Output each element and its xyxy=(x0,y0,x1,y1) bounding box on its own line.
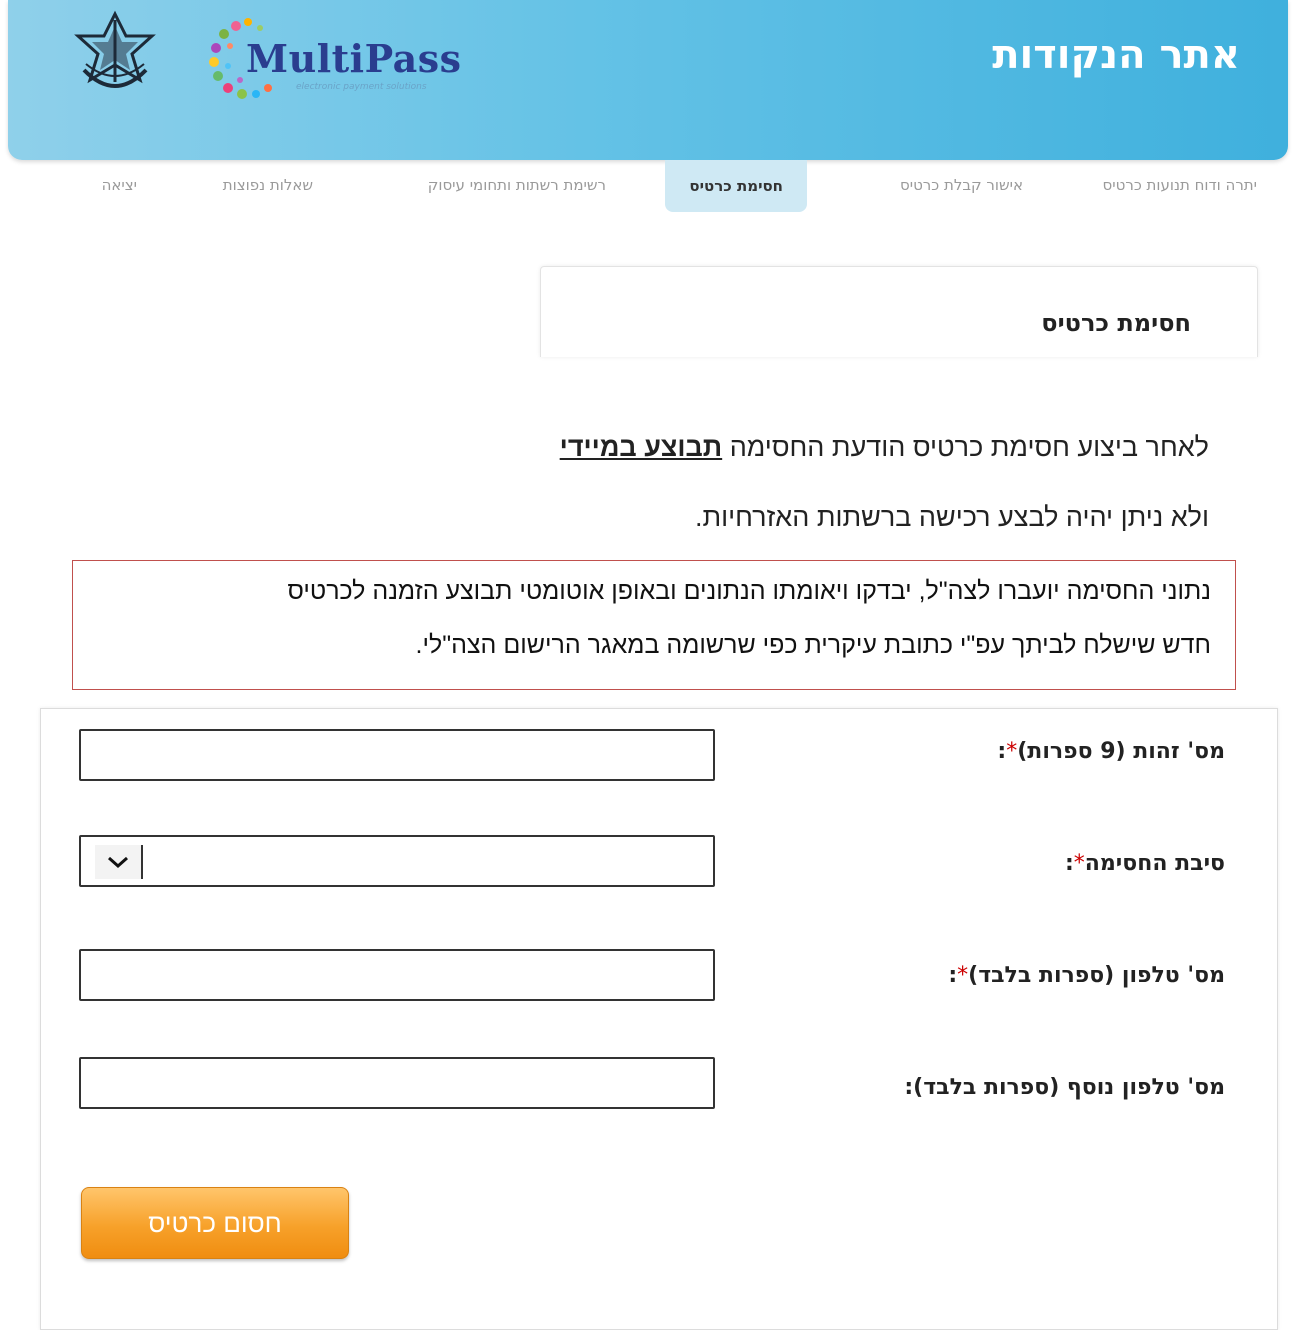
block-reason-select[interactable] xyxy=(79,835,715,887)
id-field-label: מס' זהות (9 ספרות)*: xyxy=(997,739,1225,764)
required-mark: * xyxy=(957,963,969,988)
logo-text: MultiPass xyxy=(246,36,462,81)
label-colon: : xyxy=(1064,851,1074,876)
phone-field-label: מס' טלפון (ספרות בלבד)*: xyxy=(948,963,1225,988)
nav-item-block-card[interactable]: חסימת כרטיס xyxy=(665,160,807,212)
required-mark: * xyxy=(1073,851,1085,876)
id-label-text: מס' זהות (9 ספרות) xyxy=(1017,739,1225,764)
block-card-button[interactable]: חסום כרטיס xyxy=(81,1187,349,1259)
id-number-input[interactable] xyxy=(79,729,715,781)
block-card-form: מס' זהות (9 ספרות)*: סיבת החסימה*: מס' ט… xyxy=(40,708,1278,1330)
reason-label-text: סיבת החסימה xyxy=(1084,851,1225,876)
notice-line-1: לאחר ביצוע חסימת כרטיס הודעת החסימה תבוצ… xyxy=(560,432,1209,463)
notice-line-2: ולא ניתן יהיה לבצע רכישה ברשתות האזרחיות… xyxy=(694,502,1209,532)
nav-item-card-receipt[interactable]: אישור קבלת כרטיס xyxy=(900,176,1023,194)
warning-line-2: חדש שישלח לביתך עפ"י כתובת עיקרית כפי שר… xyxy=(415,631,1211,659)
main-nav: יתרה ודוח תנועות כרטיס אישור קבלת כרטיס … xyxy=(0,160,1293,214)
additional-phone-input[interactable] xyxy=(79,1057,715,1109)
reason-field-label: סיבת החסימה*: xyxy=(1065,851,1225,876)
label-colon: : xyxy=(997,739,1007,764)
nav-item-networks[interactable]: רשימת רשתות ותחומי עיסוק xyxy=(428,176,606,194)
panel-header-box: חסימת כרטיס xyxy=(540,266,1258,357)
multipass-logo: MultiPass electronic payment solutions xyxy=(206,14,476,104)
panel-title: חסימת כרטיס xyxy=(1041,309,1191,337)
site-header: MultiPass electronic payment solutions א… xyxy=(8,0,1288,160)
idf-emblem-icon xyxy=(74,10,156,88)
notice-line-1-text: לאחר ביצוע חסימת כרטיס הודעת החסימה xyxy=(729,432,1209,462)
label-colon: : xyxy=(948,963,958,988)
nav-item-logout[interactable]: יציאה xyxy=(102,176,137,194)
phone-input[interactable] xyxy=(79,949,715,1001)
notice-emphasis: תבוצע במיידי xyxy=(559,432,723,462)
nav-item-balance[interactable]: יתרה ודוח תנועות כרטיס xyxy=(1103,176,1257,194)
required-mark: * xyxy=(1006,739,1018,764)
site-title: אתר הנקודות xyxy=(992,32,1240,78)
warning-line-1: נתוני החסימה יועברו לצה"ל, יבדקו ויאומתו… xyxy=(287,577,1211,605)
nav-item-faq[interactable]: שאלות נפוצות xyxy=(223,176,313,194)
warning-box: נתוני החסימה יועברו לצה"ל, יבדקו ויאומתו… xyxy=(72,560,1236,690)
phone-label-text: מס' טלפון (ספרות בלבד) xyxy=(968,963,1225,988)
chevron-down-icon[interactable] xyxy=(95,845,143,879)
phone2-field-label: מס' טלפון נוסף (ספרות בלבד): xyxy=(904,1075,1225,1100)
logo-subtext: electronic payment solutions xyxy=(296,82,427,92)
